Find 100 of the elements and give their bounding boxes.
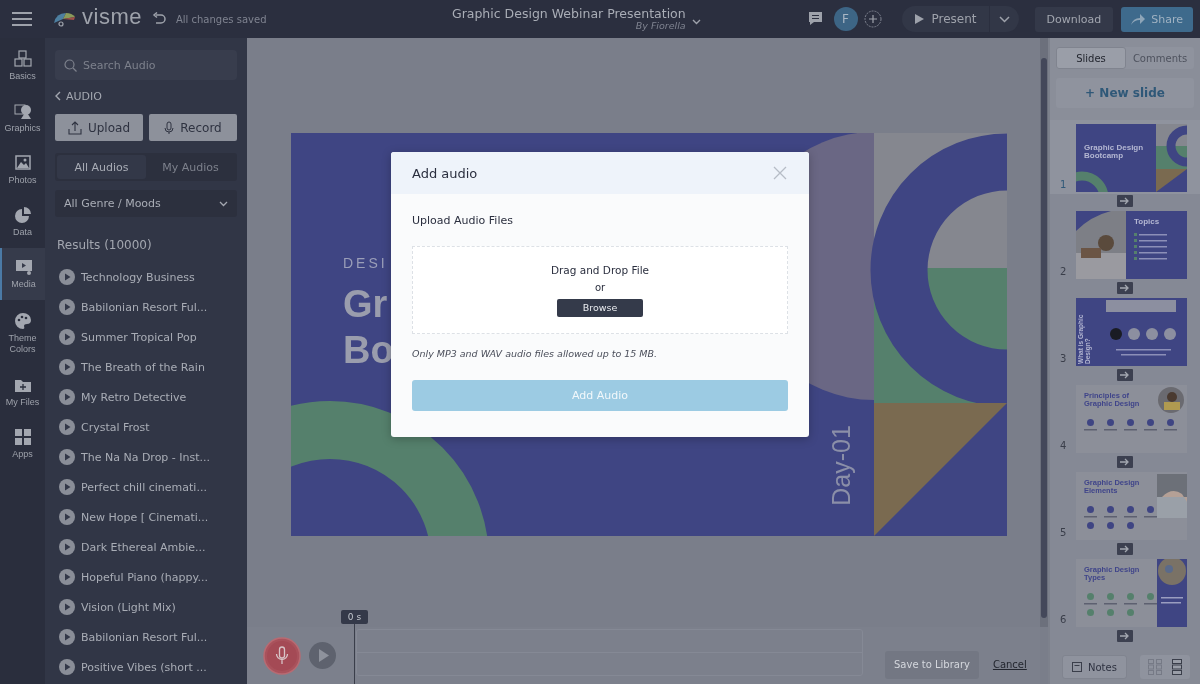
app-name: visme xyxy=(82,4,142,30)
slide-number: 5 xyxy=(1060,527,1068,538)
drop-label: Drag and Drop File xyxy=(550,263,650,276)
play-icon[interactable] xyxy=(59,629,75,645)
play-icon[interactable] xyxy=(59,359,75,375)
track-title[interactable]: The Na Na Drop - Inst... xyxy=(81,450,211,464)
bullet-list-drawing xyxy=(1134,233,1167,260)
rail-item[interactable]: Data xyxy=(0,196,45,248)
slide-thumbnail[interactable]: Graphic Design Bootcamp xyxy=(1076,124,1187,192)
document-title[interactable]: Graphic Design Webinar Presentation xyxy=(451,6,686,21)
play-icon[interactable] xyxy=(59,329,75,345)
play-icon[interactable] xyxy=(59,299,75,315)
microphone-icon xyxy=(164,120,175,135)
share-arrow-icon xyxy=(1131,13,1146,25)
play-icon[interactable] xyxy=(59,569,75,585)
upload-icon xyxy=(67,120,82,135)
pie-chart-icon xyxy=(13,206,32,225)
comment-icon[interactable] xyxy=(808,12,822,26)
slide-artwork-drawing xyxy=(1106,300,1176,356)
slide-number: 2 xyxy=(1060,266,1068,277)
browse-button[interactable]: Browse xyxy=(557,298,643,317)
play-icon xyxy=(914,14,924,24)
rail-item[interactable]: Photos xyxy=(0,144,45,196)
slide-thumbnail-row[interactable]: 2 Topics xyxy=(1050,207,1200,281)
transition-icon[interactable] xyxy=(1117,195,1133,207)
slide-number: 3 xyxy=(1060,353,1068,364)
video-icon xyxy=(14,258,33,277)
panel-tab[interactable]: Comments xyxy=(1126,47,1194,69)
transition-icon[interactable] xyxy=(1117,456,1133,468)
rail-item[interactable]: Apps xyxy=(0,418,45,470)
cancel-link[interactable]: Cancel xyxy=(992,659,1027,670)
share-button[interactable]: Share xyxy=(1121,6,1193,32)
track-title[interactable]: Babilonian Resort Ful... xyxy=(81,300,208,314)
play-icon[interactable] xyxy=(309,642,336,669)
dialog-title: Add audio xyxy=(412,165,478,181)
track-title[interactable]: Vision (Light Mix) xyxy=(81,600,176,614)
audio-tab[interactable]: My Audios xyxy=(146,155,235,179)
chevron-left-icon xyxy=(55,91,61,101)
scrollbar[interactable] xyxy=(1040,38,1048,627)
genre-dropdown[interactable]: All Genre / Moods xyxy=(55,190,237,217)
rail-item[interactable]: Media xyxy=(0,248,45,300)
microphone-button-icon[interactable] xyxy=(263,636,301,675)
slide-number: 6 xyxy=(1060,614,1068,625)
rail-item[interactable]: Theme Colors xyxy=(0,300,45,366)
play-icon[interactable] xyxy=(59,449,75,465)
panel-tab[interactable]: Slides xyxy=(1056,47,1126,69)
section-label: Upload Audio Files xyxy=(412,214,513,227)
transition-icon[interactable] xyxy=(1117,630,1133,642)
play-icon[interactable] xyxy=(59,389,75,405)
list-view-icon[interactable] xyxy=(1172,659,1182,675)
track-title[interactable]: Technology Business xyxy=(81,270,195,284)
track-title[interactable]: Dark Ethereal Ambie... xyxy=(81,540,206,554)
track-title[interactable]: Babilonian Resort Ful... xyxy=(81,630,208,644)
track-title[interactable]: Summer Tropical Pop xyxy=(81,330,197,344)
search-field[interactable]: Search Audio xyxy=(55,50,237,80)
record-button[interactable]: Record xyxy=(149,114,237,141)
blocks-icon xyxy=(13,50,32,69)
rail-item[interactable]: My Files xyxy=(0,366,45,418)
track-title[interactable]: Hopeful Piano (happy... xyxy=(81,570,208,584)
notes-button[interactable]: Notes xyxy=(1062,655,1127,679)
undo-icon[interactable] xyxy=(151,12,166,26)
track-title[interactable]: My Retro Detective xyxy=(81,390,187,404)
transition-icon[interactable] xyxy=(1117,543,1133,555)
download-button[interactable]: Download xyxy=(1034,6,1114,32)
chevron-down-icon xyxy=(219,200,228,207)
rail-item[interactable]: Basics xyxy=(0,40,45,92)
play-icon[interactable] xyxy=(59,509,75,525)
file-limit-note: Only MP3 and WAV audio files allowed up to 15 MB. xyxy=(412,348,658,359)
play-icon[interactable] xyxy=(59,419,75,435)
slide-thumbnail[interactable]: Topics xyxy=(1076,211,1187,279)
slide-number: 1 xyxy=(1060,179,1068,190)
transition-icon[interactable] xyxy=(1117,369,1133,381)
track-title[interactable]: New Hope [ Cinemati... xyxy=(81,510,209,524)
search-icon xyxy=(64,59,77,72)
transition-icon[interactable] xyxy=(1117,282,1133,294)
play-icon[interactable] xyxy=(59,479,75,495)
save-to-library-button[interactable]: Save to Library xyxy=(885,650,979,679)
track-title[interactable]: Crystal Frost xyxy=(81,420,150,434)
slide-thumbnail-row[interactable]: 1 Graphic Design Bootcamp xyxy=(1050,120,1200,194)
save-status: All changes saved xyxy=(175,13,268,25)
audio-tab[interactable]: All Audios xyxy=(57,155,146,179)
track-title[interactable]: Positive Vibes (short ... xyxy=(81,660,207,674)
palette-icon xyxy=(13,311,32,330)
play-icon[interactable] xyxy=(59,659,75,675)
slide-title: Bo xyxy=(343,328,394,373)
add-collaborator-icon[interactable] xyxy=(863,10,882,28)
chevron-down-icon[interactable] xyxy=(691,19,701,25)
drop-zone[interactable]: Drag and Drop File or Browse xyxy=(412,246,788,334)
track-title[interactable]: Perfect chill cinemati... xyxy=(81,480,207,494)
thumbnail-title: Graphic Design Bootcamp xyxy=(1084,144,1144,161)
menu-icon[interactable] xyxy=(12,11,32,27)
back-link[interactable]: AUDIO xyxy=(55,89,102,103)
play-icon[interactable] xyxy=(59,269,75,285)
upload-button[interactable]: Upload xyxy=(55,114,143,141)
track-title[interactable]: The Breath of the Rain xyxy=(81,360,205,374)
user-avatar[interactable]: F xyxy=(833,7,858,31)
or-label: or xyxy=(594,281,606,293)
rail-item[interactable]: Graphics xyxy=(0,92,45,144)
play-icon[interactable] xyxy=(59,539,75,555)
play-icon[interactable] xyxy=(59,599,75,615)
